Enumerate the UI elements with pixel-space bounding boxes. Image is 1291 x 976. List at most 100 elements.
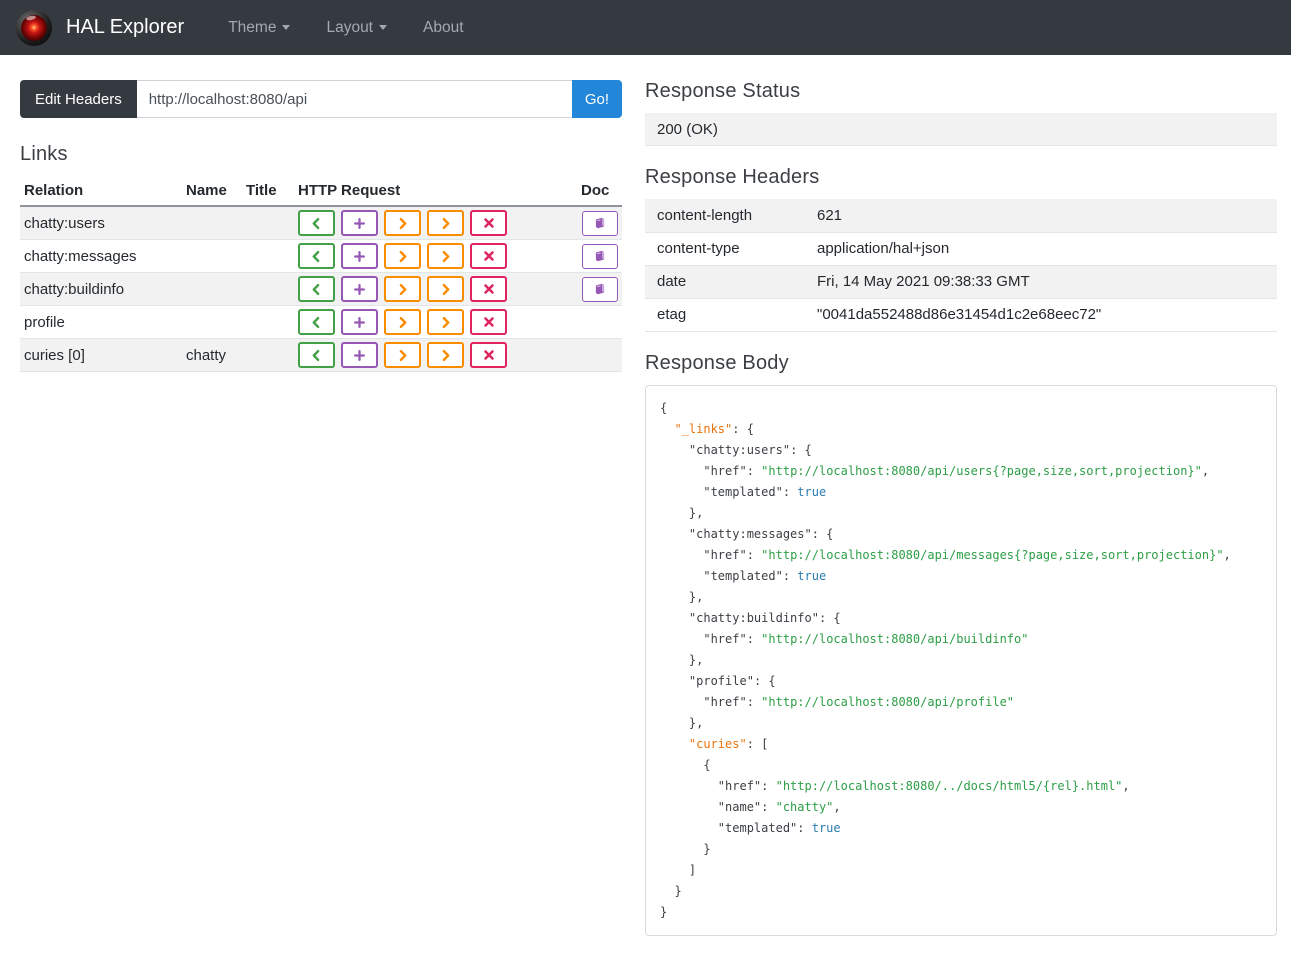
get-button[interactable]: [298, 243, 335, 269]
patch-button[interactable]: [427, 342, 464, 368]
main-content: Edit Headers Go! Links Relation Name Tit…: [0, 55, 1291, 976]
header-value: application/hal+json: [805, 232, 1277, 266]
plus-icon: [353, 250, 366, 263]
response-status-value: 200 (OK): [645, 113, 1277, 146]
x-icon: [483, 217, 495, 229]
column-header-name: Name: [182, 176, 242, 207]
chevron-left-icon: [310, 283, 323, 296]
patch-button[interactable]: [427, 276, 464, 302]
plus-icon: [353, 283, 366, 296]
patch-button[interactable]: [427, 210, 464, 236]
name-cell: [182, 239, 242, 273]
put-button[interactable]: [384, 342, 421, 368]
delete-button[interactable]: [470, 309, 507, 335]
delete-button[interactable]: [470, 342, 507, 368]
get-button[interactable]: [298, 309, 335, 335]
delete-button[interactable]: [470, 210, 507, 236]
delete-button[interactable]: [470, 243, 507, 269]
nav-item-theme[interactable]: Theme: [214, 11, 304, 45]
title-cell: [242, 272, 294, 306]
doc-cell: [577, 239, 622, 273]
chevron-right-icon: [439, 349, 452, 362]
hal-9000-logo-icon: [16, 9, 52, 46]
put-button[interactable]: [384, 210, 421, 236]
put-button[interactable]: [384, 243, 421, 269]
doc-button[interactable]: [582, 243, 618, 269]
response-header-row: content-length 621: [645, 199, 1277, 233]
left-panel: Edit Headers Go! Links Relation Name Tit…: [20, 80, 622, 956]
app-title: HAL Explorer: [66, 16, 185, 38]
patch-button[interactable]: [427, 243, 464, 269]
title-cell: [242, 305, 294, 339]
post-button[interactable]: [341, 342, 378, 368]
response-headers-body: content-length 621 content-type application…: [645, 199, 1277, 332]
nav-item-layout[interactable]: Layout: [312, 11, 401, 45]
get-button[interactable]: [298, 342, 335, 368]
column-header-doc: Doc: [577, 176, 622, 207]
post-button[interactable]: [341, 276, 378, 302]
links-table-header: Relation Name Title HTTP Request Doc: [20, 176, 622, 207]
nav-item-about[interactable]: About: [409, 11, 478, 45]
patch-button[interactable]: [427, 309, 464, 335]
title-cell: [242, 206, 294, 240]
header-value: 621: [805, 199, 1277, 233]
name-cell: chatty: [182, 338, 242, 372]
chevron-right-icon: [396, 250, 409, 263]
response-header-row: date Fri, 14 May 2021 09:38:33 GMT: [645, 265, 1277, 299]
put-button[interactable]: [384, 309, 421, 335]
chevron-left-icon: [310, 316, 323, 329]
x-icon: [483, 349, 495, 361]
chevron-down-icon: [379, 24, 387, 30]
delete-button[interactable]: [470, 276, 507, 302]
links-table: Relation Name Title HTTP Request Doc cha…: [20, 176, 622, 372]
header-name: content-length: [645, 199, 805, 233]
relation-cell: curies [0]: [20, 338, 182, 372]
chevron-right-icon: [396, 316, 409, 329]
title-cell: [242, 239, 294, 273]
name-cell: [182, 272, 242, 306]
url-input[interactable]: [136, 80, 572, 118]
get-button[interactable]: [298, 210, 335, 236]
book-icon: [593, 249, 607, 263]
header-name: etag: [645, 298, 805, 332]
doc-button[interactable]: [582, 276, 618, 302]
plus-icon: [353, 349, 366, 362]
relation-cell: chatty:users: [20, 206, 182, 240]
doc-cell: [577, 305, 622, 339]
post-button[interactable]: [341, 309, 378, 335]
links-table-body: chatty:users chatty:messages chatty:buildi…: [20, 206, 622, 372]
x-icon: [483, 250, 495, 262]
edit-headers-button[interactable]: Edit Headers: [20, 80, 137, 118]
response-body-title: Response Body: [645, 351, 789, 374]
response-body-code: { "_links": { "chatty:users": { "href": …: [660, 400, 1231, 919]
chevron-right-icon: [439, 250, 452, 263]
post-button[interactable]: [341, 210, 378, 236]
go-button[interactable]: Go!: [571, 80, 622, 118]
request-bar: Edit Headers Go!: [20, 80, 622, 118]
header-name: date: [645, 265, 805, 299]
x-icon: [483, 283, 495, 295]
doc-button[interactable]: [582, 210, 618, 236]
http-request-cell: [294, 239, 577, 273]
plus-icon: [353, 217, 366, 230]
http-request-cell: [294, 305, 577, 339]
header-name: content-type: [645, 232, 805, 266]
doc-cell: [577, 272, 622, 306]
chevron-left-icon: [310, 349, 323, 362]
chevron-right-icon: [439, 283, 452, 296]
get-button[interactable]: [298, 276, 335, 302]
response-status-title: Response Status: [645, 80, 801, 102]
chevron-left-icon: [310, 217, 323, 230]
link-row: chatty:users: [20, 206, 622, 240]
doc-cell: [577, 206, 622, 240]
link-row: profile: [20, 305, 622, 339]
response-headers-table: content-length 621 content-type application…: [645, 199, 1277, 332]
http-request-cell: [294, 206, 577, 240]
response-headers-title: Response Headers: [645, 166, 820, 188]
put-button[interactable]: [384, 276, 421, 302]
relation-cell: profile: [20, 305, 182, 339]
chevron-right-icon: [439, 316, 452, 329]
chevron-down-icon: [282, 24, 291, 30]
name-cell: [182, 305, 242, 339]
post-button[interactable]: [341, 243, 378, 269]
